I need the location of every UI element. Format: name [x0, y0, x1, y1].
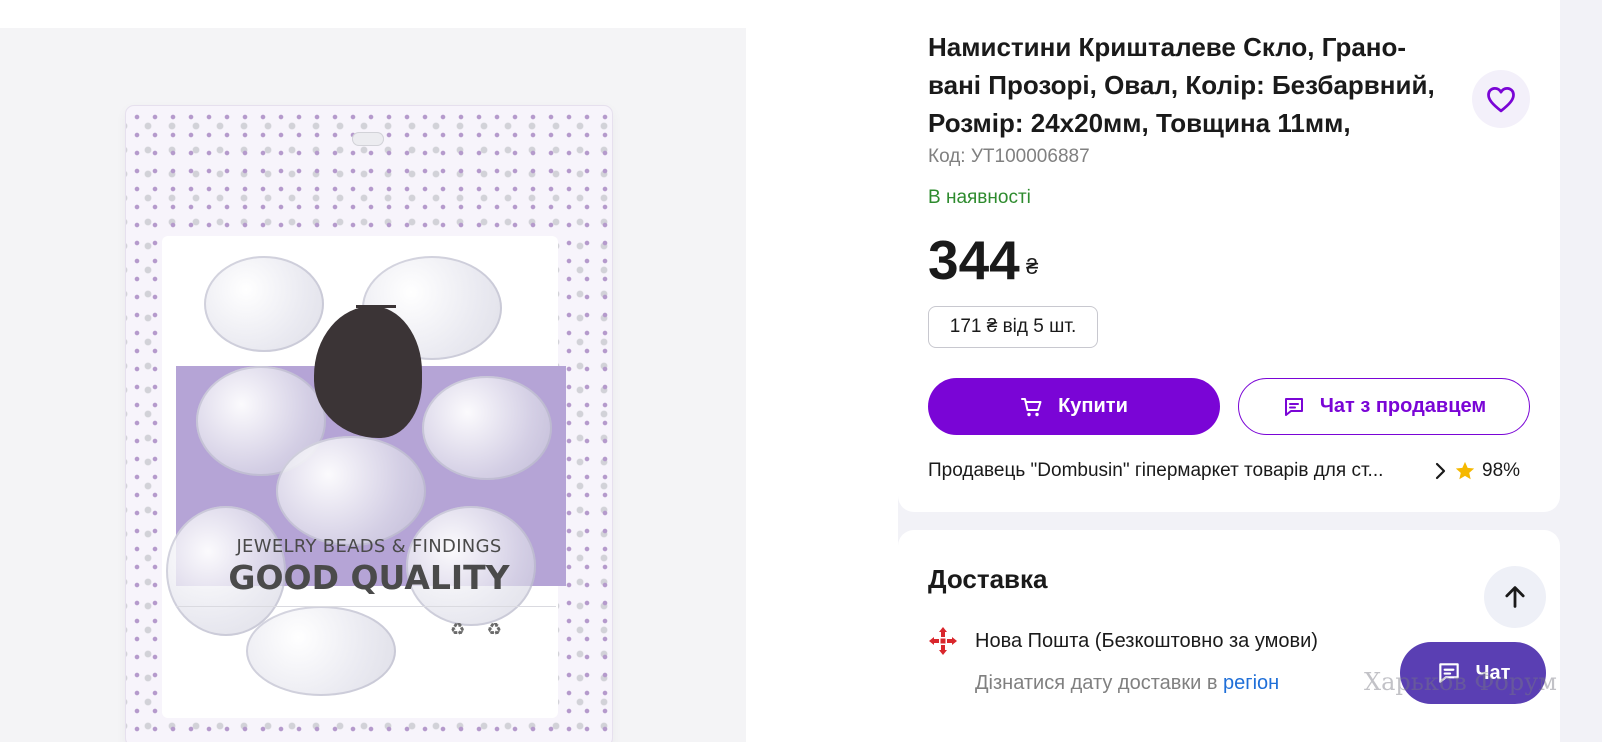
seller-name: Продавець "Dombusin" гіпермаркет товарів… — [928, 460, 1384, 481]
product-title: Намистини Кришталеве Скло, Грано-вані Пр… — [928, 32, 1435, 138]
seller-rating: 98% — [1482, 460, 1521, 481]
price: 344 — [928, 229, 1020, 291]
buy-button-label: Купити — [1058, 395, 1128, 417]
seller-row[interactable]: Продавець "Dombusin" гіпермаркет товарів… — [928, 458, 1532, 484]
chat-icon — [1284, 397, 1303, 416]
watermark: Харьков Форум — [1364, 668, 1557, 696]
delivery-title: Доставка — [928, 564, 1048, 594]
favorite-button[interactable] — [1472, 70, 1530, 128]
scroll-to-top-button[interactable] — [1484, 566, 1546, 628]
region-link[interactable]: регіон — [1223, 672, 1279, 694]
bead — [204, 256, 324, 352]
heart-icon — [1487, 87, 1515, 113]
princess-silhouette — [314, 306, 422, 438]
cart-icon — [1021, 397, 1042, 416]
wholesale-price-chip[interactable]: 171 ₴ від 5 шт. — [928, 306, 1098, 348]
product-info-card: Намистини Кришталеве Скло, Грано-вані Пр… — [898, 0, 1560, 512]
chevron-right-icon — [1434, 462, 1446, 480]
delivery-card: Доставка Нова Пошта (Безкоштовно за умов… — [898, 530, 1560, 742]
product-photo[interactable]: JEWELRY BEADS & FINDINGS GOOD QUALITY ♻ … — [0, 28, 746, 742]
bead-package: JEWELRY BEADS & FINDINGS GOOD QUALITY ♻ … — [126, 106, 612, 742]
price-currency: ₴ — [1026, 254, 1039, 279]
package-hang-hole — [352, 132, 384, 146]
product-page: JEWELRY BEADS & FINDINGS GOOD QUALITY ♻ … — [0, 0, 1602, 742]
delivery-date-text: Дізнатися дату доставки в — [975, 672, 1224, 694]
product-gallery: JEWELRY BEADS & FINDINGS GOOD QUALITY ♻ … — [0, 0, 898, 742]
product-code: Код: УТ100006887 — [928, 146, 1090, 167]
buy-button[interactable]: Купити — [928, 378, 1220, 435]
recycle-icon: ♻ ♻ — [450, 620, 510, 640]
delivery-date-hint: Дізнатися дату доставки в регіон — [975, 672, 1279, 695]
package-text-quality: GOOD QUALITY — [228, 558, 510, 597]
chat-with-seller-button[interactable]: Чат з продавцем — [1238, 378, 1530, 435]
nova-poshta-icon — [929, 627, 957, 655]
stock-status: В наявності — [928, 187, 1031, 208]
chat-with-seller-label: Чат з продавцем — [1319, 395, 1487, 417]
star-icon — [1454, 460, 1476, 482]
delivery-carrier: Нова Пошта (Безкоштовно за умови) — [975, 630, 1318, 652]
arrow-up-icon — [1505, 586, 1525, 608]
package-text-brand: JEWELRY BEADS & FINDINGS — [236, 536, 502, 557]
bead — [422, 376, 552, 480]
bead — [276, 436, 426, 546]
